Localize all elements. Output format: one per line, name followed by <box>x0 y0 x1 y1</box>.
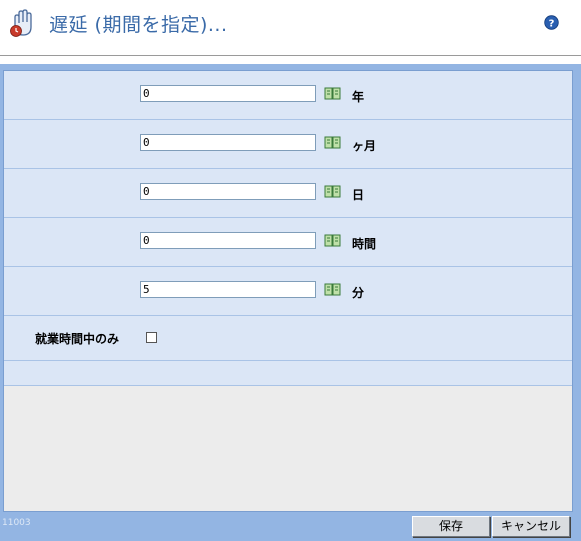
hand-clock-icon <box>10 9 32 37</box>
cancel-button[interactable]: キャンセル <box>492 516 570 537</box>
dialog-header: 遅延 (期間を指定)... ? <box>0 0 581 56</box>
field-row-months: ヶ月 <box>4 120 572 169</box>
book-icon[interactable] <box>324 234 341 248</box>
book-icon[interactable] <box>324 185 341 199</box>
field-row-work-time-only: 就業時間中のみ <box>4 316 572 361</box>
help-icon[interactable]: ? <box>544 15 559 30</box>
dialog-id-text: 11003 <box>2 518 31 528</box>
work-time-only-checkbox[interactable] <box>146 332 157 343</box>
field-row-days: 日 <box>4 169 572 218</box>
form-panel: 年 ヶ月 日 時間 分 就業時間中のみ <box>3 70 573 512</box>
days-input[interactable] <box>140 183 316 200</box>
hours-unit-label: 時間 <box>352 237 377 251</box>
empty-row <box>4 361 572 386</box>
years-input[interactable] <box>140 85 316 102</box>
minutes-input[interactable] <box>140 281 316 298</box>
book-icon[interactable] <box>324 136 341 150</box>
days-unit-label: 日 <box>352 188 365 202</box>
book-icon[interactable] <box>324 87 341 101</box>
book-icon[interactable] <box>324 283 341 297</box>
months-unit-label: ヶ月 <box>352 139 377 153</box>
dialog-title: 遅延 (期間を指定)... <box>49 14 228 36</box>
field-row-years: 年 <box>4 71 572 120</box>
field-row-minutes: 分 <box>4 267 572 316</box>
years-unit-label: 年 <box>352 90 365 104</box>
save-button[interactable]: 保存 <box>412 516 490 537</box>
hours-input[interactable] <box>140 232 316 249</box>
work-time-only-label: 就業時間中のみ <box>35 332 120 346</box>
dialog-body: 年 ヶ月 日 時間 分 就業時間中のみ <box>0 64 581 541</box>
months-input[interactable] <box>140 134 316 151</box>
svg-text:?: ? <box>549 18 555 29</box>
minutes-unit-label: 分 <box>352 286 365 300</box>
field-row-hours: 時間 <box>4 218 572 267</box>
